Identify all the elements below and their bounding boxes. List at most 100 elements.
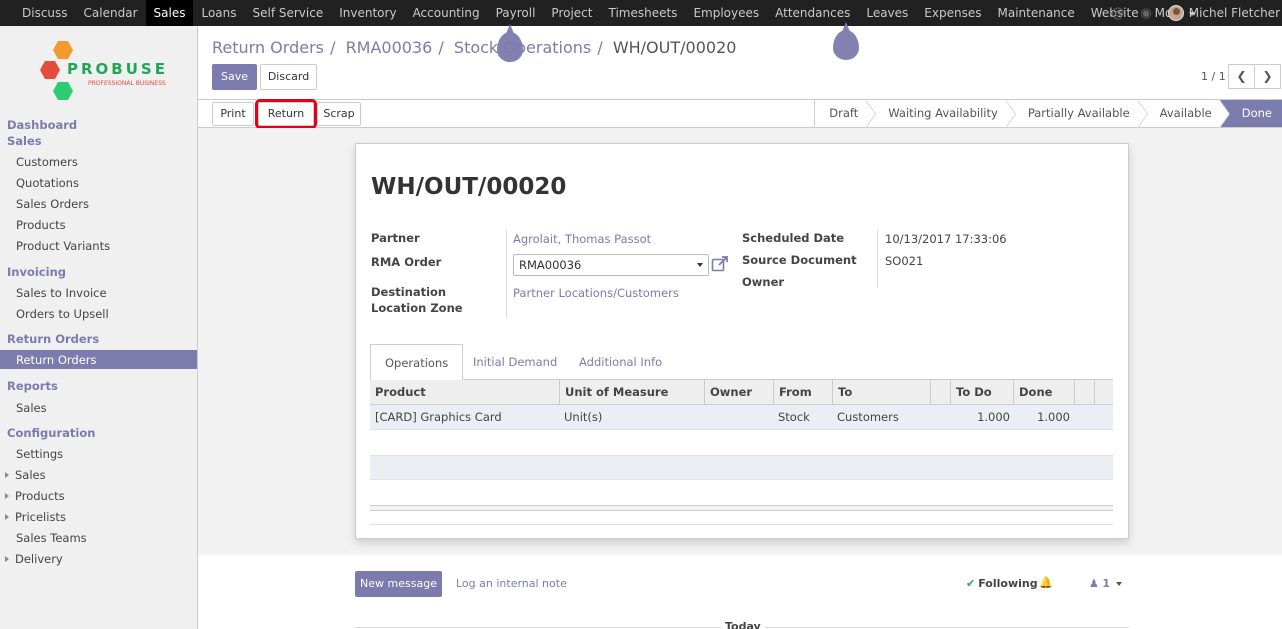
pager-value: 1 / 1	[1201, 70, 1226, 83]
stage-available[interactable]: Available	[1137, 100, 1230, 128]
bell-icon[interactable]: 🔔	[1039, 576, 1053, 589]
date-separator-label: Today	[721, 620, 765, 629]
sidebar-item-products[interactable]: Products	[16, 218, 66, 232]
menu-timesheets[interactable]: Timesheets	[600, 0, 685, 26]
sidebar-item-customers[interactable]: Customers	[16, 155, 78, 169]
cell-uom: Unit(s)	[564, 410, 603, 424]
menu-self-service[interactable]: Self Service	[245, 0, 332, 26]
sidebar-item-config-sales[interactable]: Sales	[5, 468, 46, 482]
sidebar-section-return-orders: Return Orders	[7, 332, 100, 346]
external-link-icon[interactable]	[711, 256, 729, 272]
sidebar-item-quotations[interactable]: Quotations	[16, 176, 79, 190]
destination-location-value[interactable]: Partner Locations/Customers	[513, 286, 679, 300]
sidebar-item-sales-to-invoice[interactable]: Sales to Invoice	[16, 286, 107, 300]
menu-leaves[interactable]: Leaves	[858, 0, 916, 26]
chat-icon[interactable]: ◉	[1140, 6, 1151, 21]
logo-hex-red	[40, 61, 60, 79]
column-done[interactable]: Done	[1013, 380, 1074, 405]
user-area: @ ◉ Michel Fletcher	[1111, 0, 1280, 26]
logo-brand: PROBUSE	[67, 60, 168, 78]
log-note-link[interactable]: Log an internal note	[456, 577, 567, 590]
pager-next-button[interactable]: ❯	[1254, 64, 1281, 89]
sidebar-item-reports-sales[interactable]: Sales	[16, 401, 47, 415]
menu-expenses[interactable]: Expenses	[916, 0, 989, 26]
pager-previous-button[interactable]: ❮	[1228, 64, 1255, 89]
table-header: Product Unit of Measure Owner From To To…	[370, 380, 1113, 405]
menu-discuss[interactable]: Discuss	[14, 0, 76, 26]
print-button[interactable]: Print	[212, 102, 254, 126]
menu-payroll[interactable]: Payroll	[488, 0, 544, 26]
column-to[interactable]: To	[832, 380, 930, 405]
sidebar-item-settings[interactable]: Settings	[16, 447, 63, 461]
partner-value[interactable]: Agrolait, Thomas Passot	[513, 232, 651, 246]
menu-sales[interactable]: Sales	[145, 0, 194, 26]
scheduled-date-label: Scheduled Date	[742, 231, 845, 245]
sidebar-item-product-variants[interactable]: Product Variants	[16, 239, 110, 253]
column-from[interactable]: From	[773, 380, 832, 405]
stage-draft[interactable]: Draft	[814, 100, 877, 128]
sidebar-section-reports: Reports	[7, 379, 58, 393]
breadcrumb-return-orders[interactable]: Return Orders	[212, 38, 324, 57]
cell-done: 1.000	[1037, 410, 1070, 424]
menu-calendar[interactable]: Calendar	[76, 0, 146, 26]
user-name[interactable]: Michel Fletcher	[1189, 6, 1280, 20]
new-message-button[interactable]: New message	[355, 571, 442, 597]
sidebar: PROBUSE PROFESSIONAL BUSINESS Dashboard …	[0, 26, 198, 629]
menu-accounting[interactable]: Accounting	[405, 0, 488, 26]
stage-waiting-availability[interactable]: Waiting Availability	[866, 100, 1016, 128]
stage-partially-available[interactable]: Partially Available	[1005, 100, 1148, 128]
record-title: WH/OUT/00020	[371, 174, 567, 200]
column-owner[interactable]: Owner	[704, 380, 773, 405]
save-button[interactable]: Save	[212, 64, 257, 90]
sidebar-item-return-orders[interactable]: Return Orders	[0, 350, 197, 369]
menu-loans[interactable]: Loans	[193, 0, 244, 26]
destination-location-label: Destination Location Zone	[371, 285, 463, 315]
scrap-button[interactable]: Scrap	[317, 102, 361, 126]
column-spacer	[1094, 380, 1113, 405]
chevron-right-icon: ❯	[1262, 69, 1273, 83]
sidebar-section-dashboard[interactable]: Dashboard	[7, 118, 77, 132]
sidebar-item-sales-orders[interactable]: Sales Orders	[16, 197, 89, 211]
chevron-down-icon	[1116, 582, 1123, 586]
activity-icon[interactable]: @	[1111, 6, 1124, 21]
menu-inventory[interactable]: Inventory	[331, 0, 404, 26]
sidebar-item-pricelists[interactable]: Pricelists	[5, 510, 66, 524]
check-icon: ✔	[966, 577, 976, 590]
table-row[interactable]: [CARD] Graphics Card Unit(s) Stock Custo…	[370, 405, 1113, 430]
logo-tagline: PROFESSIONAL BUSINESS	[88, 80, 166, 87]
scheduled-date-value: 10/13/2017 17:33:06	[885, 232, 1007, 246]
followers-button[interactable]: ♟ 1	[1089, 577, 1123, 590]
column-to-do[interactable]: To Do	[950, 380, 1013, 405]
column-product[interactable]: Product	[370, 380, 559, 405]
column-spacer	[930, 380, 950, 405]
menu-project[interactable]: Project	[543, 0, 600, 26]
discard-button[interactable]: Discard	[260, 64, 317, 90]
followers-count: 1	[1102, 577, 1111, 590]
following-label: Following	[978, 577, 1038, 590]
tab-additional-info[interactable]: Additional Info	[579, 344, 662, 380]
return-button[interactable]: Return	[255, 99, 317, 129]
tab-operations[interactable]: Operations	[370, 344, 464, 380]
menu-employees[interactable]: Employees	[685, 0, 767, 26]
sidebar-section-invoicing: Invoicing	[7, 265, 66, 279]
tab-initial-demand[interactable]: Initial Demand	[473, 344, 557, 380]
field-divider	[877, 230, 878, 288]
app-menu: Discuss Calendar Sales Loans Self Servic…	[14, 0, 1203, 26]
loading-drop-icon	[833, 22, 859, 60]
status-bar: Print Return Scrap Draft Waiting Availab…	[198, 99, 1282, 129]
sidebar-item-orders-to-upsell[interactable]: Orders to Upsell	[16, 307, 109, 321]
rma-order-label: RMA Order	[371, 255, 442, 269]
breadcrumb-rma[interactable]: RMA00036	[346, 38, 433, 57]
menu-maintenance[interactable]: Maintenance	[989, 0, 1082, 26]
table-footer-line	[370, 524, 1113, 525]
sidebar-item-sales-teams[interactable]: Sales Teams	[16, 531, 87, 545]
rma-order-select[interactable]: RMA00036	[513, 254, 709, 276]
user-avatar[interactable]	[1167, 5, 1184, 21]
column-unit-of-measure[interactable]: Unit of Measure	[559, 380, 704, 405]
following-button[interactable]: ✔ Following	[966, 577, 1038, 590]
sidebar-item-config-products[interactable]: Products	[5, 489, 65, 503]
breadcrumb-separator: /	[433, 38, 444, 57]
sidebar-item-delivery[interactable]: Delivery	[5, 552, 63, 566]
partner-label: Partner	[371, 231, 420, 245]
company-logo[interactable]: PROBUSE PROFESSIONAL BUSINESS	[38, 38, 168, 104]
